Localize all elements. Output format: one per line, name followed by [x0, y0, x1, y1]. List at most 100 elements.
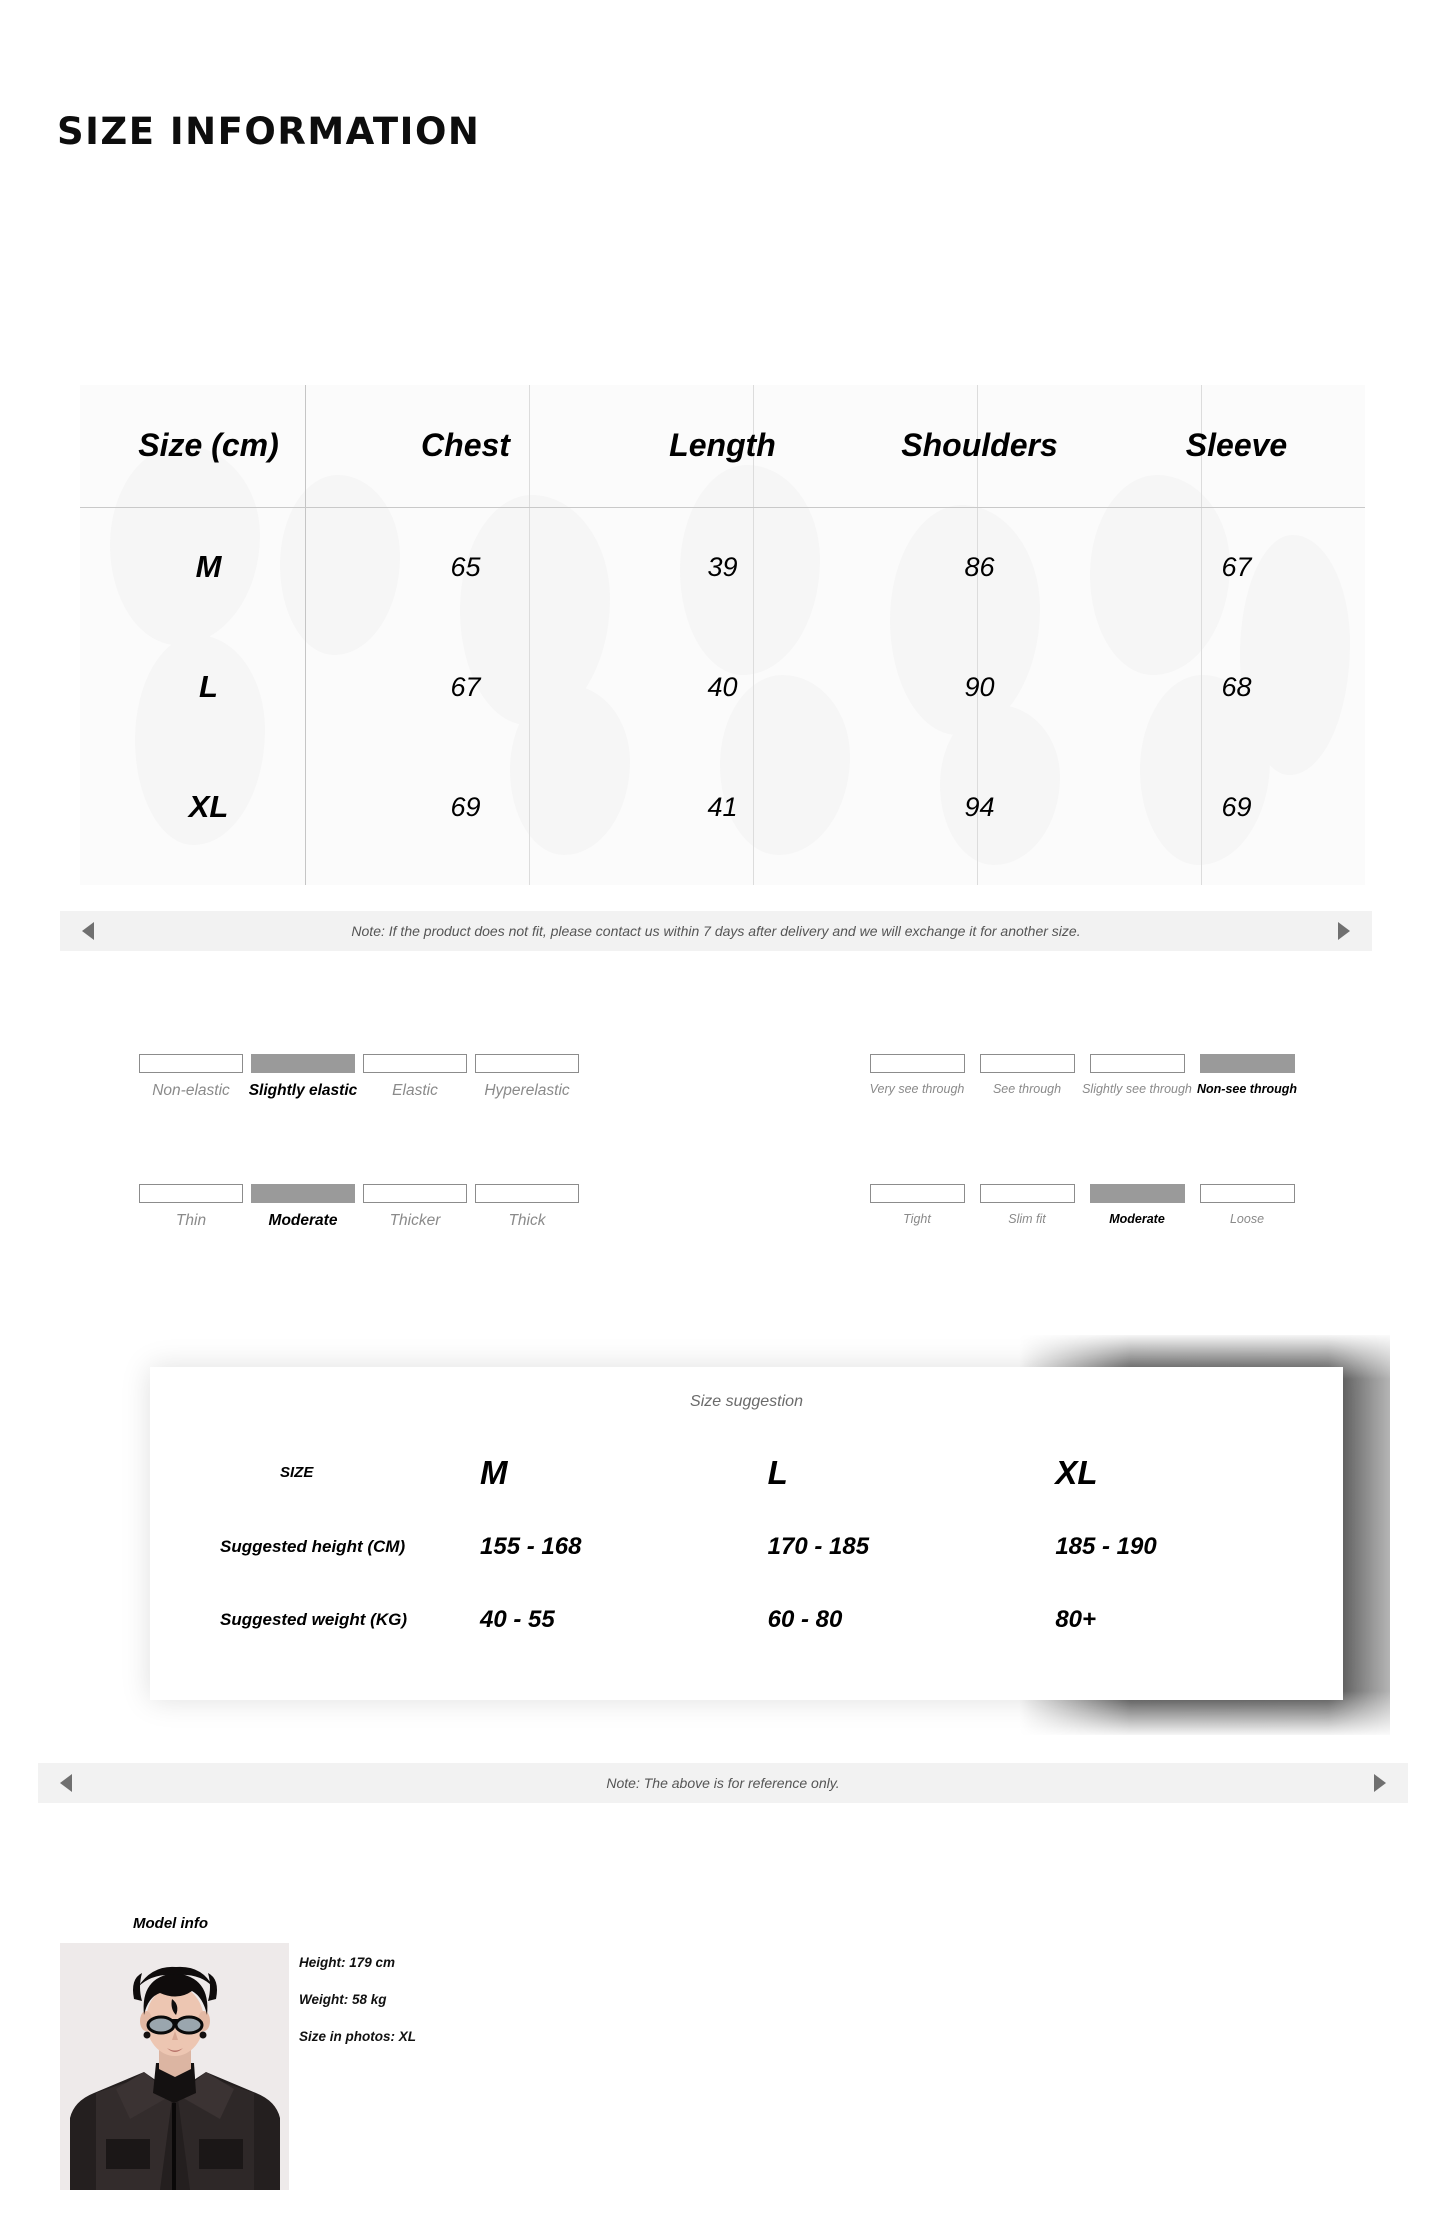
note-bar-bottom-text: Note: The above is for reference only. — [606, 1775, 840, 1791]
cell-sleeve: 67 — [1221, 551, 1252, 582]
table-row: Suggested weight (KG) 40 - 55 60 - 80 80… — [150, 1583, 1343, 1656]
cell-sleeve: 68 — [1221, 671, 1252, 702]
note-bar-top: Note: If the product does not fit, pleas… — [60, 911, 1372, 951]
triangle-right-icon[interactable] — [1338, 922, 1350, 940]
model-photo — [60, 1943, 289, 2190]
attribute-option-moderate-thickness[interactable]: Moderate — [247, 1184, 359, 1230]
triangle-right-icon[interactable] — [1374, 1774, 1386, 1792]
attribute-option-thick[interactable]: Thick — [471, 1184, 583, 1230]
swatch-icon — [475, 1054, 579, 1073]
swatch-icon — [475, 1184, 579, 1203]
size-suggestion-panel: Size suggestion SIZE M L XL Suggested he… — [150, 1367, 1343, 1700]
model-weight: Weight: 58 kg — [299, 1992, 387, 2007]
attribute-option-label: Hyperelastic — [484, 1082, 570, 1099]
note-bar-bottom: Note: The above is for reference only. — [38, 1763, 1408, 1803]
triangle-left-icon[interactable] — [60, 1774, 72, 1792]
attribute-option-label: Tight — [903, 1212, 931, 1226]
table-row: L 67 40 90 68 — [80, 627, 1365, 747]
cell-length: 41 — [707, 791, 738, 822]
size-suggestion-table: SIZE M L XL Suggested height (CM) 155 - … — [150, 1435, 1343, 1656]
cell-shoulders: 94 — [964, 791, 995, 822]
attribute-option-non-elastic[interactable]: Non-elastic — [135, 1054, 247, 1100]
attribute-option-thicker[interactable]: Thicker — [359, 1184, 471, 1230]
attribute-option-label: Thicker — [389, 1212, 441, 1229]
weight-l: 60 - 80 — [767, 1605, 843, 1633]
table-row: M 65 39 86 67 — [80, 507, 1365, 627]
column-header-shoulders: Shoulders — [851, 385, 1108, 508]
suggestion-size-l: L — [767, 1453, 788, 1491]
attribute-option-see-through[interactable]: See through — [972, 1054, 1082, 1096]
attribute-option-elastic[interactable]: Elastic — [359, 1054, 471, 1100]
cell-size: M — [195, 549, 222, 585]
cell-chest: 69 — [450, 791, 481, 822]
height-xl: 185 - 190 — [1055, 1532, 1157, 1560]
attribute-option-label: Thin — [175, 1212, 207, 1229]
attribute-option-very-see-through[interactable]: Very see through — [862, 1054, 972, 1096]
weight-xl: 80+ — [1055, 1605, 1097, 1633]
cell-size: XL — [188, 789, 229, 824]
suggestion-size-m: M — [480, 1453, 508, 1491]
size-suggestion-title: Size suggestion — [690, 1393, 803, 1410]
table-row: SIZE M L XL — [150, 1435, 1343, 1510]
attribute-option-non-see-through[interactable]: Non-see through — [1192, 1054, 1302, 1096]
size-information-page: SIZE INFORMATION Size (cm) Chest Length … — [0, 0, 1445, 2237]
swatch-icon — [251, 1054, 355, 1073]
weight-m: 40 - 55 — [480, 1605, 555, 1633]
swatch-icon — [139, 1184, 243, 1203]
column-header-length: Length — [594, 385, 851, 508]
attribute-option-label: Non-elastic — [152, 1082, 230, 1099]
attribute-option-label: Elastic — [392, 1082, 438, 1099]
swatch-icon — [869, 1184, 965, 1203]
attribute-option-slightly-see-through[interactable]: Slightly see through — [1082, 1054, 1192, 1096]
cell-chest: 67 — [450, 671, 481, 702]
model-info-title: Model info — [133, 1915, 208, 1932]
page-title: SIZE INFORMATION — [57, 110, 481, 153]
attribute-option-loose[interactable]: Loose — [1192, 1184, 1302, 1226]
attribute-option-label: Slightly elastic — [248, 1082, 358, 1099]
swatch-icon — [1199, 1184, 1295, 1203]
attribute-group-elasticity: Non-elastic Slightly elastic Elastic Hyp… — [135, 1054, 583, 1100]
attribute-option-slim-fit[interactable]: Slim fit — [972, 1184, 1082, 1226]
attribute-option-slightly-elastic[interactable]: Slightly elastic — [247, 1054, 359, 1100]
column-header-sleeve: Sleeve — [1108, 385, 1365, 508]
attribute-option-label: Loose — [1229, 1212, 1265, 1226]
suggestion-size-xl: XL — [1055, 1453, 1098, 1491]
table-header-row: Size (cm) Chest Length Shoulders Sleeve — [80, 385, 1365, 508]
column-header-size: Size (cm) — [80, 385, 337, 508]
model-photo-illustration — [60, 1943, 289, 2190]
attribute-option-label: Slightly see through — [1082, 1082, 1192, 1096]
attribute-option-moderate-fit[interactable]: Moderate — [1082, 1184, 1192, 1226]
table-row: Suggested height (CM) 155 - 168 170 - 18… — [150, 1510, 1343, 1583]
attribute-option-thin[interactable]: Thin — [135, 1184, 247, 1230]
cell-sleeve: 69 — [1221, 791, 1252, 822]
model-height: Height: 179 cm — [299, 1955, 396, 1970]
column-header-chest: Chest — [337, 385, 594, 508]
cell-size: L — [199, 669, 218, 704]
attribute-option-label: Moderate — [268, 1212, 338, 1229]
attribute-option-label: Very see through — [869, 1082, 965, 1096]
cell-length: 39 — [707, 551, 738, 582]
attribute-option-tight[interactable]: Tight — [862, 1184, 972, 1226]
swatch-icon — [363, 1184, 467, 1203]
cell-chest: 65 — [450, 551, 481, 582]
height-m: 155 - 168 — [480, 1532, 582, 1560]
model-info-details: Height: 179 cm Weight: 58 kg Size in pho… — [299, 1955, 416, 2066]
row-label-size: SIZE — [280, 1464, 314, 1481]
swatch-icon — [139, 1054, 243, 1073]
cell-length: 40 — [707, 671, 738, 702]
model-size-in-photos: Size in photos: XL — [299, 2029, 416, 2044]
attribute-option-label: Moderate — [1109, 1212, 1165, 1226]
swatch-icon — [869, 1054, 965, 1073]
swatch-icon — [979, 1054, 1075, 1073]
triangle-left-icon[interactable] — [82, 922, 94, 940]
swatch-icon — [1089, 1054, 1185, 1073]
attribute-option-hyperelastic[interactable]: Hyperelastic — [471, 1054, 583, 1100]
attribute-group-fit: Tight Slim fit Moderate Loose — [862, 1184, 1302, 1226]
swatch-icon — [1199, 1054, 1295, 1073]
attribute-option-label: Thick — [508, 1212, 546, 1229]
row-label-weight: Suggested weight (KG) — [220, 1609, 407, 1629]
attribute-option-label: See through — [992, 1082, 1062, 1096]
swatch-icon — [1089, 1184, 1185, 1203]
size-chart-table: Size (cm) Chest Length Shoulders Sleeve … — [80, 385, 1365, 867]
attribute-option-label: Non-see through — [1197, 1082, 1297, 1096]
